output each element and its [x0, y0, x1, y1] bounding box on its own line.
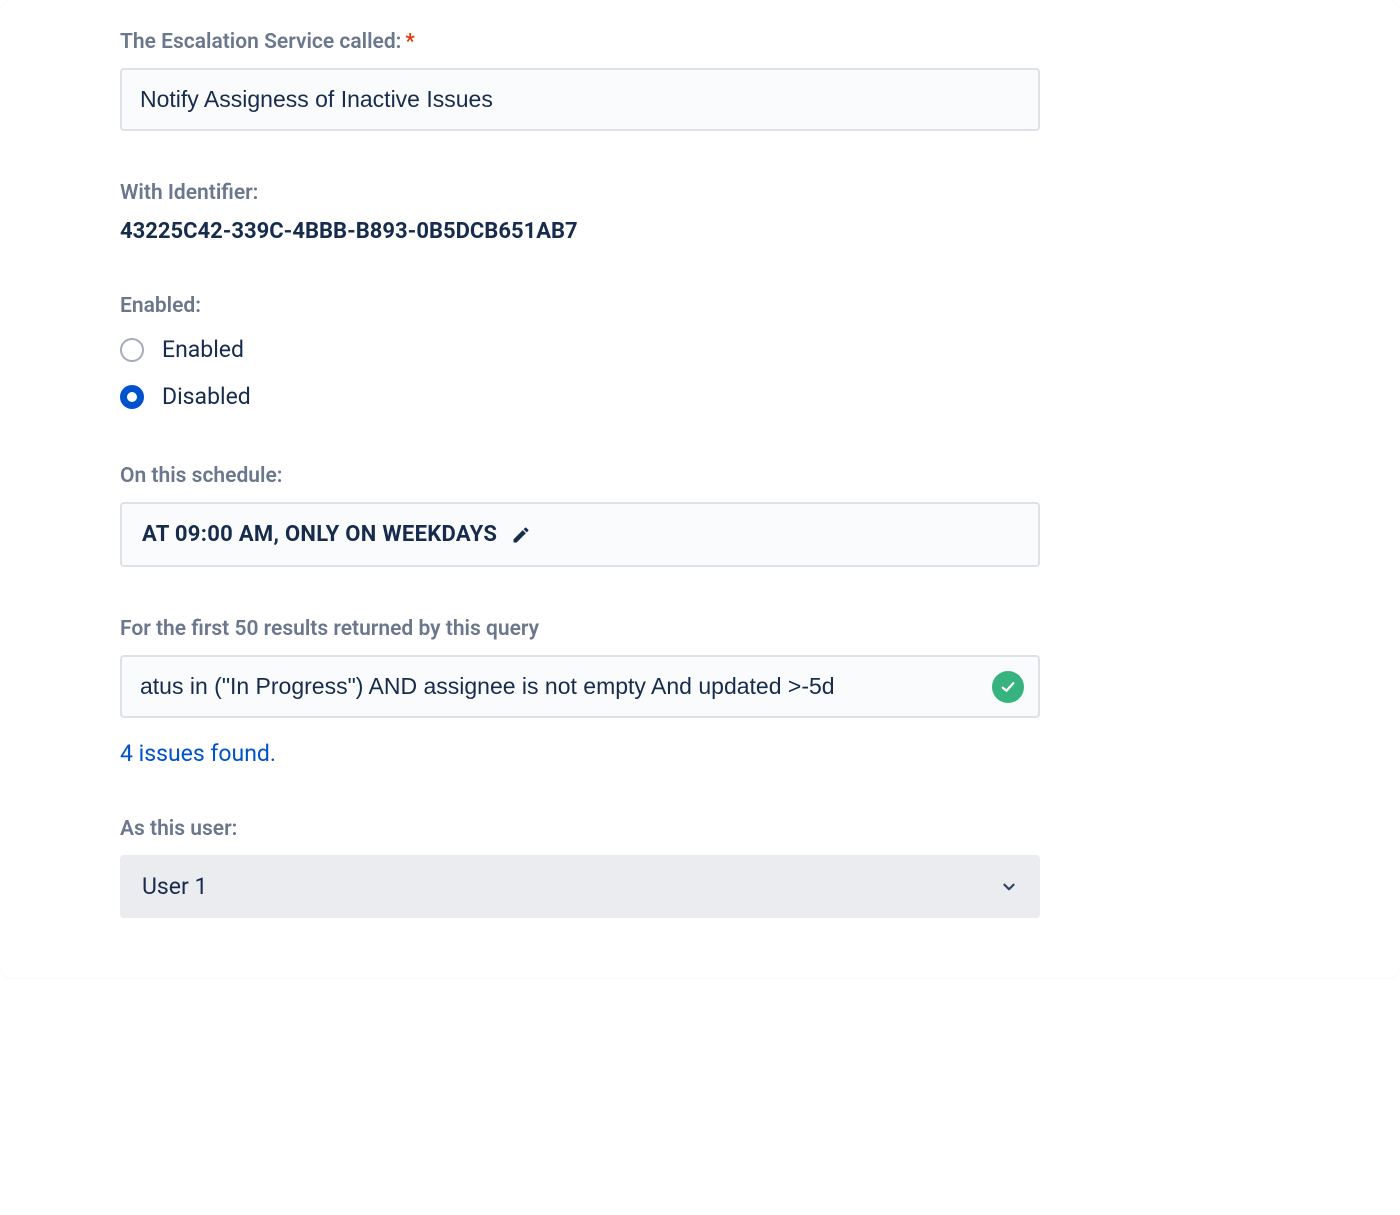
service-name-input[interactable] — [120, 68, 1040, 131]
radio-circle-icon — [120, 338, 144, 362]
chevron-down-icon — [1000, 878, 1018, 896]
enabled-radio-disabled[interactable]: Disabled — [120, 379, 1280, 414]
query-label: For the first 50 results returned by thi… — [120, 617, 1280, 641]
enabled-radio-group: Enabled Disabled — [120, 332, 1280, 414]
enabled-label: Enabled: — [120, 294, 1280, 318]
user-label: As this user: — [120, 817, 1280, 841]
query-valid-icon — [992, 671, 1024, 703]
query-input[interactable] — [122, 657, 992, 716]
user-select[interactable]: User 1 — [120, 855, 1040, 918]
pencil-icon — [511, 525, 531, 545]
enabled-radio-enabled-label: Enabled — [162, 336, 244, 363]
schedule-label: On this schedule: — [120, 464, 1280, 488]
issues-found-link[interactable]: 4 issues found. — [120, 740, 1280, 767]
service-name-group: The Escalation Service called: * — [120, 30, 1280, 131]
enabled-group: Enabled: Enabled Disabled — [120, 294, 1280, 414]
enabled-radio-disabled-label: Disabled — [162, 383, 251, 410]
query-group: For the first 50 results returned by thi… — [120, 617, 1280, 767]
escalation-service-form: The Escalation Service called: * With Id… — [0, 0, 1400, 978]
identifier-value: 43225C42-339C-4BBB-B893-0B5DCB651AB7 — [120, 219, 1280, 244]
service-name-label: The Escalation Service called: * — [120, 30, 1280, 54]
identifier-group: With Identifier: 43225C42-339C-4BBB-B893… — [120, 181, 1280, 244]
required-asterisk: * — [405, 30, 414, 54]
radio-circle-selected-icon — [120, 385, 144, 409]
schedule-group: On this schedule: AT 09:00 AM, ONLY ON W… — [120, 464, 1280, 567]
enabled-radio-enabled[interactable]: Enabled — [120, 332, 1280, 367]
identifier-label: With Identifier: — [120, 181, 1280, 205]
user-select-value: User 1 — [142, 873, 207, 900]
user-group: As this user: User 1 — [120, 817, 1280, 918]
schedule-value: AT 09:00 AM, ONLY ON WEEKDAYS — [142, 522, 497, 547]
query-row — [120, 655, 1040, 718]
schedule-box[interactable]: AT 09:00 AM, ONLY ON WEEKDAYS — [120, 502, 1040, 567]
